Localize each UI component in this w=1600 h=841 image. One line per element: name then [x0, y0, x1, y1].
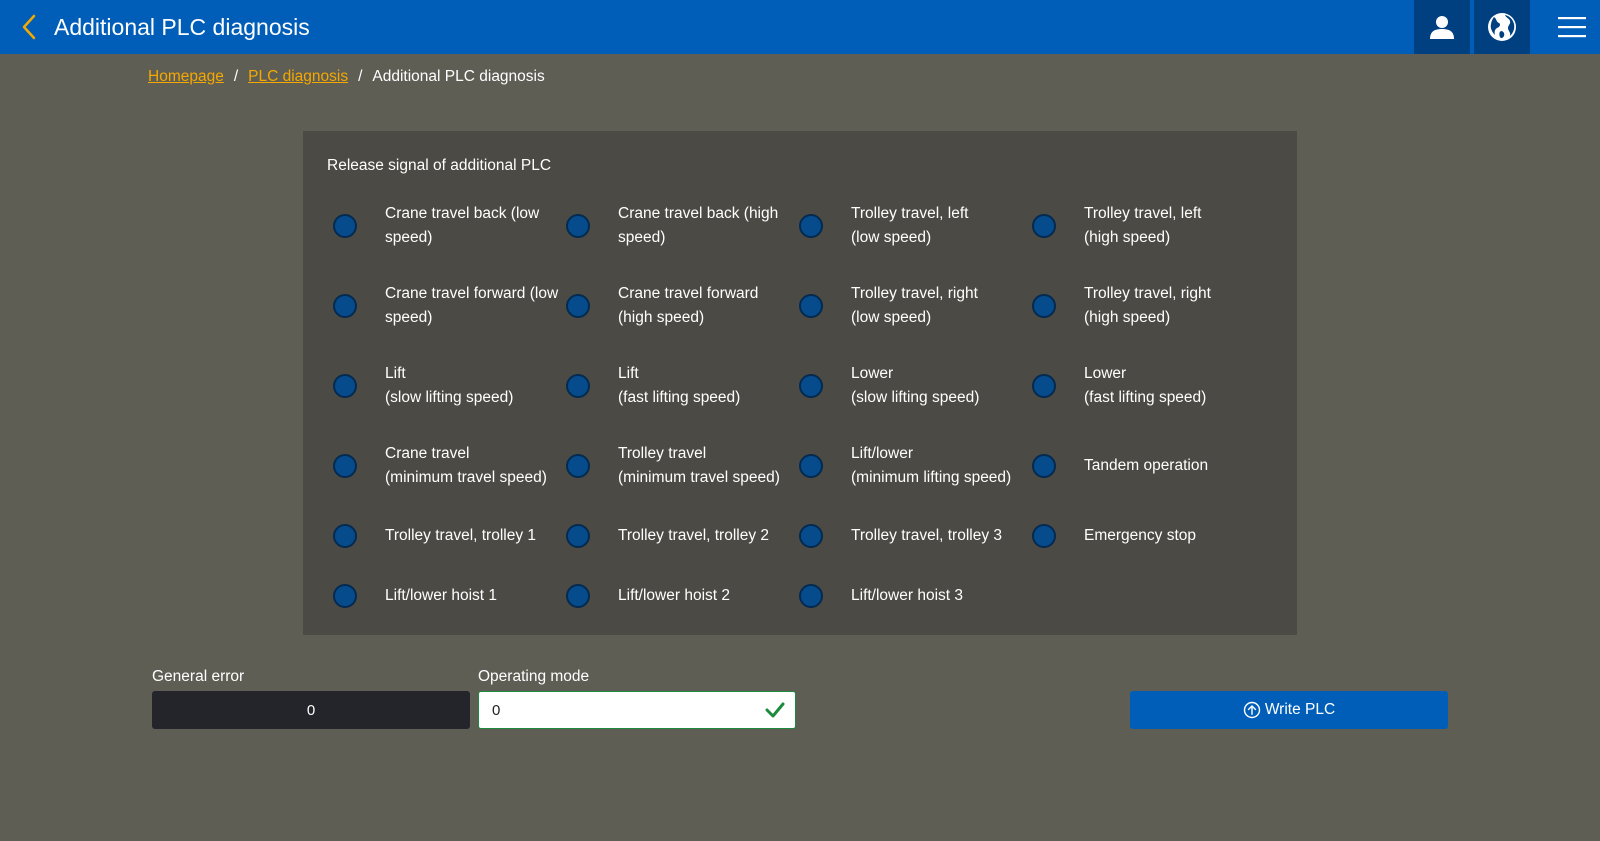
operating-mode-field	[478, 691, 796, 729]
signal-label: Trolley travel, trolley 2	[618, 527, 770, 544]
signal-item: Trolley travel, right (high speed)	[1032, 282, 1264, 330]
breadcrumb-separator: /	[233, 68, 239, 85]
signal-item: Trolley travel, trolley 3	[799, 524, 1031, 548]
signal-led-indicator	[1032, 454, 1056, 478]
signal-led-indicator	[1032, 374, 1056, 398]
signal-led-indicator	[333, 214, 357, 238]
signal-led-indicator	[566, 584, 590, 608]
signal-item: Crane travel back (high speed)	[566, 202, 798, 250]
signal-item: Trolley travel, left (low speed)	[799, 202, 1031, 250]
signal-label: Lift/lower hoist 1	[385, 587, 497, 604]
breadcrumb-current: Additional PLC diagnosis	[372, 68, 545, 85]
signal-label: Trolley travel, right (high speed)	[1084, 285, 1211, 326]
user-icon	[1430, 16, 1454, 39]
upload-circle-icon	[1243, 701, 1261, 719]
operating-mode-label: Operating mode	[478, 668, 590, 685]
signal-label: Trolley travel, right (low speed)	[851, 285, 978, 326]
signal-led-indicator	[799, 214, 823, 238]
signal-led-indicator	[566, 294, 590, 318]
general-error-label: General error	[152, 668, 245, 685]
panel-title: Release signal of additional PLC	[327, 157, 552, 174]
signal-label: Lift/lower hoist 2	[618, 587, 730, 604]
breadcrumb-plc-diagnosis[interactable]: PLC diagnosis	[248, 68, 348, 86]
signal-led-indicator	[333, 524, 357, 548]
signal-item: Lift (fast lifting speed)	[566, 362, 798, 410]
signal-led-indicator	[799, 374, 823, 398]
signal-item: Lift/lower (minimum lifting speed)	[799, 442, 1031, 490]
language-button[interactable]	[1474, 0, 1530, 54]
signal-label: Lift (fast lifting speed)	[618, 365, 741, 406]
general-error-value: 0	[306, 701, 316, 719]
signal-led-indicator	[1032, 294, 1056, 318]
signal-label: Lift/lower (minimum lifting speed)	[851, 445, 1012, 486]
signal-label: Trolley travel, trolley 3	[851, 527, 1003, 544]
hamburger-menu-icon	[1558, 17, 1586, 38]
general-error-field: 0	[152, 691, 470, 729]
signal-label: Lower (fast lifting speed)	[1084, 365, 1207, 406]
breadcrumb-separator: /	[358, 68, 363, 85]
breadcrumb-homepage[interactable]: Homepage	[148, 68, 224, 86]
signal-item: Lift/lower hoist 3	[799, 584, 1031, 608]
signal-led-indicator	[566, 524, 590, 548]
write-plc-label: Write PLC	[1264, 701, 1336, 718]
signal-item: Lower (fast lifting speed)	[1032, 362, 1264, 410]
back-button[interactable]	[14, 12, 44, 42]
signal-label: Lift (slow lifting speed)	[385, 365, 514, 406]
signal-label: Tandem operation	[1084, 457, 1209, 474]
signal-item: Trolley travel, right (low speed)	[799, 282, 1031, 330]
top-bar: Additional PLC diagnosis	[0, 0, 1600, 54]
signal-item: Trolley travel, trolley 2	[566, 524, 798, 548]
signal-item: Lower (slow lifting speed)	[799, 362, 1031, 410]
signal-led-indicator	[1032, 214, 1056, 238]
signal-led-indicator	[566, 214, 590, 238]
signal-item: Crane travel back (low speed)	[333, 202, 565, 250]
signal-led-indicator	[799, 294, 823, 318]
signal-item: Emergency stop	[1032, 524, 1264, 548]
user-button[interactable]	[1414, 0, 1470, 54]
signal-led-indicator	[566, 454, 590, 478]
signal-label: Trolley travel, left (high speed)	[1084, 205, 1202, 246]
signal-item: Crane travel forward (high speed)	[566, 282, 798, 330]
signal-label: Trolley travel, trolley 1	[385, 527, 537, 544]
page-title: Additional PLC diagnosis	[54, 14, 310, 40]
signal-led-indicator	[333, 294, 357, 318]
signal-item: Crane travel (minimum travel speed)	[333, 442, 565, 490]
signal-led-indicator	[799, 454, 823, 478]
write-plc-button[interactable]: Write PLC	[1130, 691, 1448, 729]
breadcrumb: Homepage / PLC diagnosis / Additional PL…	[148, 68, 545, 86]
signal-item: Lift/lower hoist 2	[566, 584, 798, 608]
signal-label: Crane travel back (high speed)	[618, 205, 779, 246]
signal-label: Crane travel back (low speed)	[385, 205, 540, 246]
check-icon	[765, 702, 785, 718]
signal-label: Emergency stop	[1084, 527, 1196, 544]
operating-mode-input[interactable]	[479, 700, 754, 720]
signal-label: Trolley travel, left (low speed)	[851, 205, 969, 246]
signal-label: Trolley travel (minimum travel speed)	[618, 445, 780, 486]
signal-label: Lift/lower hoist 3	[851, 587, 963, 604]
signal-item: Trolley travel, trolley 1	[333, 524, 565, 548]
signal-label: Crane travel forward (low speed)	[385, 285, 559, 326]
signal-led-indicator	[333, 454, 357, 478]
signal-label: Lower (slow lifting speed)	[851, 365, 980, 406]
signal-item: Trolley travel (minimum travel speed)	[566, 442, 798, 490]
signal-item: Lift/lower hoist 1	[333, 584, 565, 608]
signal-item: Lift (slow lifting speed)	[333, 362, 565, 410]
signal-item: Crane travel forward (low speed)	[333, 282, 565, 330]
signal-led-indicator	[799, 524, 823, 548]
signal-label: Crane travel forward (high speed)	[618, 285, 759, 326]
release-signal-panel: Release signal of additional PLC Crane t…	[303, 131, 1297, 635]
signal-led-indicator	[799, 584, 823, 608]
signal-led-indicator	[333, 584, 357, 608]
signal-led-indicator	[566, 374, 590, 398]
signal-item: Tandem operation	[1032, 454, 1264, 478]
signal-label: Crane travel (minimum travel speed)	[385, 445, 547, 486]
signal-led-indicator	[333, 374, 357, 398]
menu-button[interactable]	[1544, 0, 1600, 54]
signal-led-indicator	[1032, 524, 1056, 548]
chevron-left-icon	[22, 14, 36, 40]
globe-icon	[1488, 13, 1516, 41]
signal-item: Trolley travel, left (high speed)	[1032, 202, 1264, 250]
